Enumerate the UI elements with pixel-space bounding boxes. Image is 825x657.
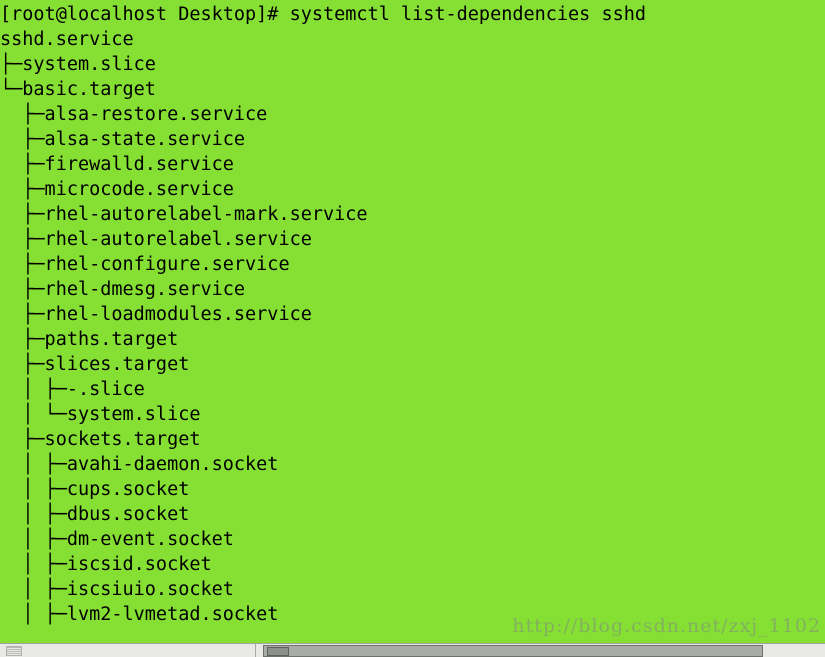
- terminal-output-line: │ ├─iscsiuio.socket: [0, 579, 234, 600]
- terminal-output-line: ├─rhel-dmesg.service: [0, 279, 246, 300]
- terminal-output: [root@localhost Desktop]# systemctl list…: [0, 0, 646, 627]
- terminal-output-line: ├─microcode.service: [0, 179, 234, 200]
- terminal-output-line: │ ├─dm-event.socket: [0, 529, 234, 550]
- terminal-output-line: ├─paths.target: [0, 329, 179, 350]
- terminal-output-line: │ ├─iscsid.socket: [0, 554, 212, 575]
- terminal-output-line: │ ├─cups.socket: [0, 479, 190, 500]
- terminal-window[interactable]: [root@localhost Desktop]# systemctl list…: [0, 0, 825, 643]
- terminal-output-line: │ ├─-.slice: [0, 379, 145, 400]
- taskbar[interactable]: [0, 643, 825, 657]
- terminal-output-line: ├─firewalld.service: [0, 154, 234, 175]
- terminal-output-line: ├─alsa-restore.service: [0, 104, 268, 125]
- terminal-prompt-line: [root@localhost Desktop]# systemctl list…: [0, 4, 647, 25]
- terminal-output-line: ├─rhel-configure.service: [0, 254, 290, 275]
- desktop-screen: [root@localhost Desktop]# systemctl list…: [0, 0, 825, 657]
- taskbar-window-button[interactable]: [263, 645, 763, 657]
- terminal-icon: [267, 646, 289, 656]
- terminal-output-line: ├─sockets.target: [0, 429, 201, 450]
- terminal-output-line: └─basic.target: [0, 79, 156, 100]
- terminal-output-line: sshd.service: [0, 29, 134, 50]
- terminal-output-line: │ ├─avahi-daemon.socket: [0, 454, 279, 475]
- terminal-output-line: ├─alsa-state.service: [0, 129, 246, 150]
- application-launcher-icon[interactable]: [6, 645, 22, 656]
- taskbar-divider: [255, 644, 256, 657]
- terminal-output-line: │ ├─lvm2-lvmetad.socket: [0, 604, 279, 625]
- terminal-output-line: ├─system.slice: [0, 54, 156, 75]
- taskbar-launcher-area[interactable]: [0, 644, 250, 657]
- terminal-output-line: ├─slices.target: [0, 354, 190, 375]
- terminal-output-line: ├─rhel-autorelabel.service: [0, 229, 312, 250]
- taskbar-window-list[interactable]: [261, 644, 825, 657]
- terminal-output-line: │ ├─dbus.socket: [0, 504, 190, 525]
- terminal-output-line: │ └─system.slice: [0, 404, 201, 425]
- terminal-output-line: ├─rhel-autorelabel-mark.service: [0, 204, 368, 225]
- terminal-output-line: ├─rhel-loadmodules.service: [0, 304, 312, 325]
